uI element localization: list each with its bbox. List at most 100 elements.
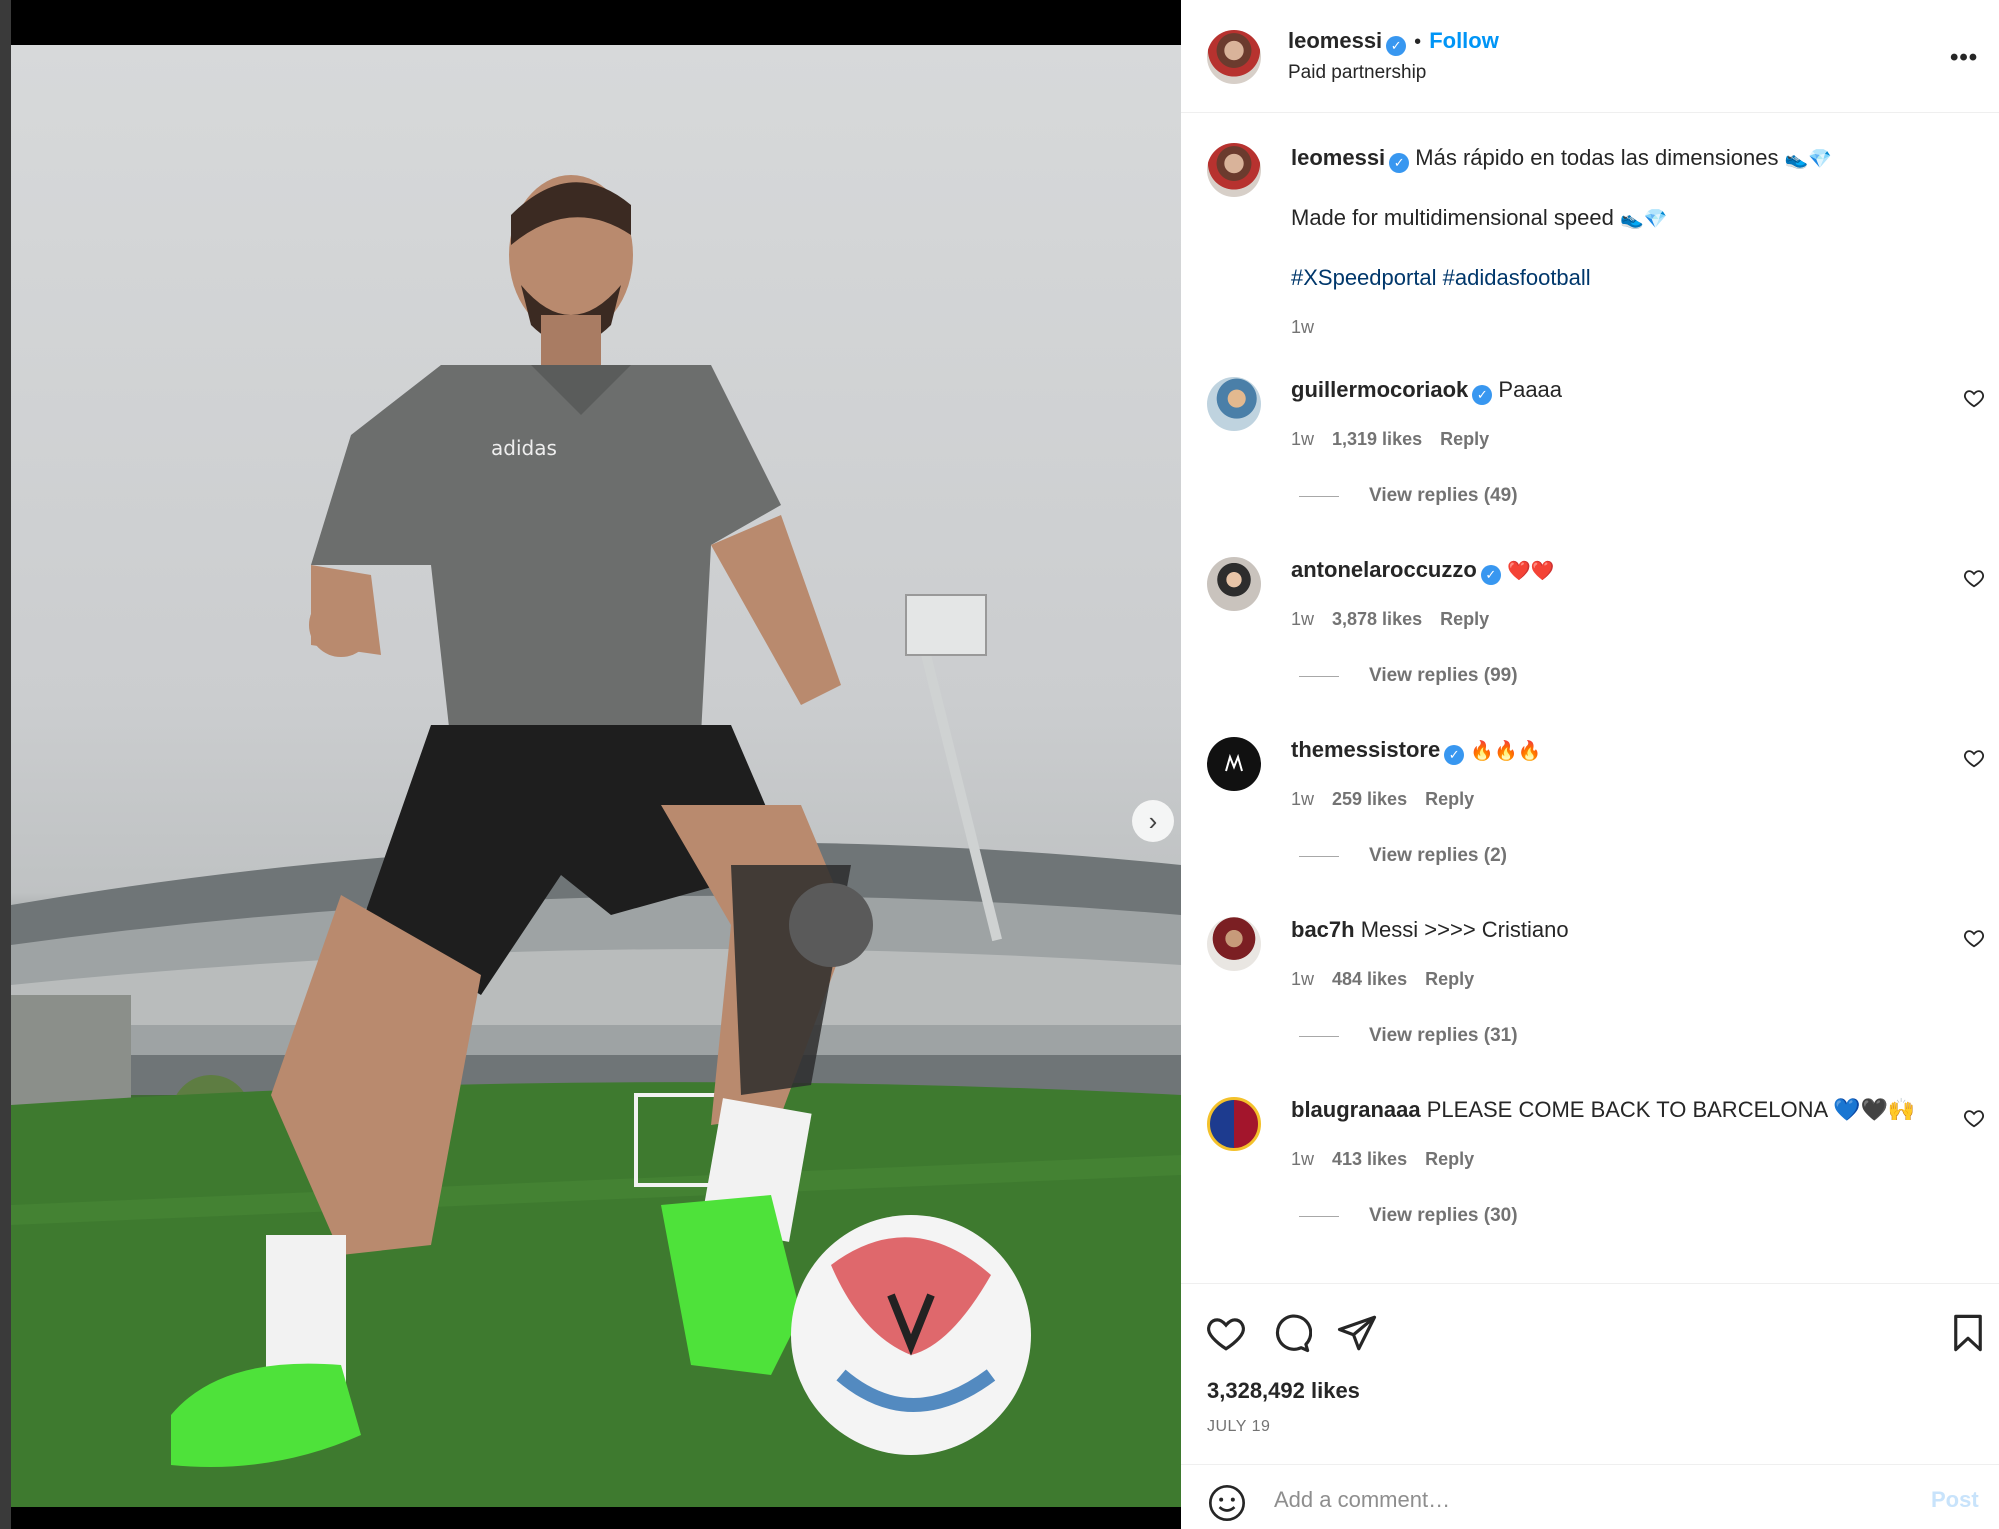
view-replies-label: View replies (31)	[1369, 1025, 1518, 1046]
bookmark-icon[interactable]	[1947, 1312, 1989, 1354]
likes-count[interactable]: 3,328,492 likes	[1207, 1378, 1360, 1404]
heart-icon[interactable]	[1963, 387, 1985, 409]
avatar[interactable]	[1207, 30, 1261, 84]
comment-input[interactable]: Add a comment…	[1274, 1487, 1450, 1513]
username-link[interactable]: themessistore	[1291, 737, 1440, 762]
post-comment-button[interactable]: Post	[1931, 1487, 1979, 1513]
comment-time[interactable]: 1w	[1291, 1149, 1314, 1169]
caption-text-2: Made for multidimensional speed	[1291, 205, 1614, 230]
username-link[interactable]: leomessi	[1288, 28, 1382, 53]
caption-text: Más rápido en todas las dimensiones	[1415, 145, 1779, 170]
comment-text: ❤️❤️	[1506, 560, 1555, 582]
comment-meta: 1w 3,878 likes Reply	[1291, 609, 1507, 630]
comment-item: blaugranaaa PLEASE COME BACK TO BARCELON…	[1181, 1097, 1999, 1277]
media-left-border	[0, 0, 11, 1529]
comments-feed[interactable]: leomessi ✓ Más rápido en todas las dimens…	[1181, 113, 1999, 1283]
comment-meta: 1w 484 likes Reply	[1291, 969, 1492, 990]
post-photo-illustration: adidas	[11, 175, 1181, 1507]
comment-time[interactable]: 1w	[1291, 429, 1314, 449]
heart-icon[interactable]	[1963, 1107, 1985, 1129]
comment-meta: 1w 259 likes Reply	[1291, 789, 1492, 810]
view-replies-button[interactable]: View replies (31)	[1299, 1025, 1518, 1047]
comment-time[interactable]: 1w	[1291, 969, 1314, 989]
comment-text-line: themessistore ✓ 🔥🔥🔥	[1291, 737, 1541, 765]
username-link[interactable]: leomessi	[1291, 145, 1385, 170]
view-replies-button[interactable]: View replies (99)	[1299, 665, 1518, 687]
caption-line-1: leomessi ✓ Más rápido en todas las dimens…	[1291, 145, 1832, 173]
view-replies-label: View replies (2)	[1369, 845, 1507, 866]
verified-badge-icon: ✓	[1389, 153, 1410, 173]
avatar[interactable]	[1207, 377, 1261, 431]
svg-text:adidas: adidas	[491, 436, 557, 460]
avatar[interactable]	[1207, 917, 1261, 971]
heart-icon[interactable]	[1963, 747, 1985, 769]
view-replies-label: View replies (30)	[1369, 1205, 1518, 1226]
reply-button[interactable]: Reply	[1425, 1149, 1474, 1169]
avatar[interactable]	[1207, 557, 1261, 611]
caption-line-2: Made for multidimensional speed 👟💎	[1291, 205, 1667, 231]
view-replies-button[interactable]: View replies (49)	[1299, 485, 1518, 507]
heart-icon[interactable]	[1963, 927, 1985, 949]
follow-button[interactable]: Follow	[1429, 28, 1499, 53]
username-link[interactable]: bac7h	[1291, 917, 1355, 942]
boot-diamond-emoji: 👟💎	[1784, 148, 1832, 170]
reply-button[interactable]: Reply	[1425, 789, 1474, 809]
post-side-panel: leomessi ✓ • Follow Paid partnership ••• le…	[1181, 0, 1999, 1529]
verified-badge-icon: ✓	[1480, 565, 1501, 585]
comment-text: PLEASE COME BACK TO BARCELONA 💙🖤🙌	[1426, 1097, 1916, 1122]
username-link[interactable]: guillermocoriaok	[1291, 377, 1468, 402]
smiley-icon[interactable]	[1207, 1483, 1247, 1523]
more-options-icon[interactable]: •••	[1950, 44, 1978, 72]
comment-time[interactable]: 1w	[1291, 609, 1314, 629]
comment-likes[interactable]: 3,878 likes	[1332, 609, 1422, 629]
comment-likes[interactable]: 484 likes	[1332, 969, 1407, 989]
username-link[interactable]: antonelaroccuzzo	[1291, 557, 1477, 582]
heart-icon[interactable]	[1205, 1312, 1247, 1354]
post-actions: 3,328,492 likes JULY 19 Add a comment… P…	[1181, 1283, 1999, 1529]
chevron-right-icon: ›	[1148, 806, 1158, 836]
comment-likes[interactable]: 259 likes	[1332, 789, 1407, 809]
comment-meta: 1w 413 likes Reply	[1291, 1149, 1492, 1170]
caption-hashtags[interactable]: #XSpeedportal #adidasfootball	[1291, 265, 1591, 291]
comment-text-line: guillermocoriaok ✓ Paaaa	[1291, 377, 1562, 405]
username-link[interactable]: blaugranaaa	[1291, 1097, 1421, 1122]
view-replies-label: View replies (49)	[1369, 485, 1518, 506]
view-replies-button[interactable]: View replies (30)	[1299, 1205, 1518, 1227]
post-date[interactable]: JULY 19	[1207, 1418, 1270, 1436]
post-header-title: leomessi ✓ • Follow	[1288, 28, 1499, 56]
separator: •	[1414, 31, 1422, 53]
replies-line	[1299, 1215, 1339, 1217]
replies-line	[1299, 675, 1339, 677]
replies-line	[1299, 1035, 1339, 1037]
comment-item: themessistore ✓ 🔥🔥🔥 1w 259 likes Reply View…	[1181, 737, 1999, 917]
replies-line	[1299, 855, 1339, 857]
comment-text: Paaaa	[1498, 377, 1563, 402]
post-media: adidas ›	[0, 0, 1181, 1529]
post-header: leomessi ✓ • Follow Paid partnership •••	[1181, 0, 1999, 113]
comment-text-line: bac7h Messi >>>> Cristiano	[1291, 917, 1569, 943]
comment-likes[interactable]: 1,319 likes	[1332, 429, 1422, 449]
verified-badge-icon: ✓	[1444, 745, 1465, 765]
reply-button[interactable]: Reply	[1440, 609, 1489, 629]
view-replies-button[interactable]: View replies (2)	[1299, 845, 1507, 867]
comment-time[interactable]: 1w	[1291, 789, 1314, 809]
comment-text-line: antonelaroccuzzo ✓ ❤️❤️	[1291, 557, 1554, 585]
comment-meta: 1w 1,319 likes Reply	[1291, 429, 1507, 450]
comment-bubble-icon[interactable]	[1270, 1312, 1312, 1354]
comment-likes[interactable]: 413 likes	[1332, 1149, 1407, 1169]
caption-time[interactable]: 1w	[1291, 317, 1314, 338]
comment-input-bar: Add a comment… Post	[1181, 1464, 1999, 1529]
messi-store-logo-icon	[1225, 753, 1243, 772]
send-icon[interactable]	[1336, 1312, 1378, 1354]
carousel-next-button[interactable]: ›	[1132, 800, 1174, 842]
comment-text-line: blaugranaaa PLEASE COME BACK TO BARCELON…	[1291, 1097, 1915, 1123]
heart-icon[interactable]	[1963, 567, 1985, 589]
verified-badge-icon: ✓	[1472, 385, 1493, 405]
avatar[interactable]	[1207, 143, 1261, 197]
avatar[interactable]	[1207, 1097, 1261, 1151]
avatar[interactable]	[1207, 737, 1261, 791]
reply-button[interactable]: Reply	[1425, 969, 1474, 989]
reply-button[interactable]: Reply	[1440, 429, 1489, 449]
paid-partnership-label[interactable]: Paid partnership	[1288, 62, 1426, 84]
comment-item: bac7h Messi >>>> Cristiano 1w 484 likes Re…	[1181, 917, 1999, 1097]
